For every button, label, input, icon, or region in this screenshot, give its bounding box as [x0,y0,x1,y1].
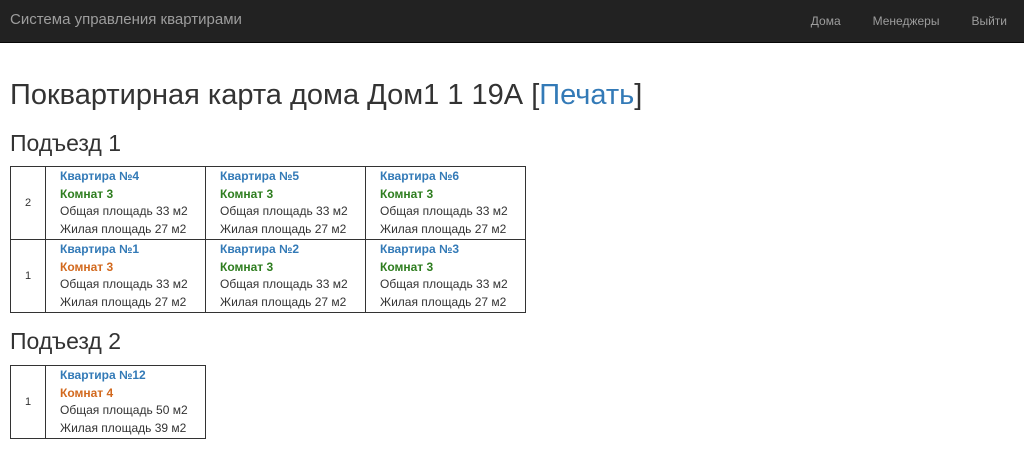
apartment-rooms: Комнат 3 [60,186,114,201]
apartment-total-area: Общая площадь 33 м2 [220,277,348,292]
apartment-link[interactable]: Квартира №2 [220,241,365,259]
entrance-2-title: Подъезд 2 [10,328,122,354]
apartment-rooms: Комнат 3 [380,259,434,274]
apartment-cell: Квартира №3 Комнат 3 Общая площадь 33 м2 Жи… [365,238,526,313]
apartment-total-area: Общая площадь 33 м2 [220,204,348,219]
floor-number: 2 [10,166,46,240]
apartment-link[interactable]: Квартира №1 [60,241,205,259]
nav-link-logout[interactable]: Выйти [955,0,1024,43]
floor-row: 1 Квартира №1 Комнат 3 Общая площадь 33 м2 Ж… [10,238,526,313]
apartment-living-area: Жилая площадь 27 м2 [380,222,507,237]
apartment-living-area: Жилая площадь 27 м2 [220,222,347,237]
apartment-rooms: Комнат 3 [60,259,114,274]
apartment-living-area: Жилая площадь 27 м2 [60,222,187,237]
apartment-rooms: Комнат 4 [60,385,114,400]
apartment-cell: Квартира №12 Комнат 4 Общая площадь 50 м2 Ж… [45,365,206,439]
floor-row: 1 Квартира №12 Комнат 4 Общая площадь 50 м2… [10,365,206,439]
apartment-link[interactable]: Квартира №5 [220,168,365,186]
nav-link-houses[interactable]: Дома [795,0,857,43]
apartment-cell: Квартира №4 Комнат 3 Общая площадь 33 м2 Жи… [45,166,206,240]
entrance-2-floor-map: 1 Квартира №12 Комнат 4 Общая площадь 50 м2… [10,365,206,439]
top-navbar: Система управления квартирами Дома Менед… [0,0,1024,43]
apartment-living-area: Жилая площадь 27 м2 [220,294,347,309]
apartment-cell: Квартира №5 Комнат 3 Общая площадь 33 м2 Жи… [205,166,366,240]
apartment-living-area: Жилая площадь 27 м2 [380,294,507,309]
apartment-rooms: Комнат 3 [220,259,274,274]
apartment-link[interactable]: Квартира №4 [60,168,205,186]
apartment-total-area: Общая площадь 33 м2 [60,204,188,219]
entrance-1-title: Подъезд 1 [10,130,122,156]
apartment-cell: Квартира №6 Комнат 3 Общая площадь 33 м2 Жи… [365,166,526,240]
apartment-link[interactable]: Квартира №12 [60,367,205,385]
apartment-rooms: Комнат 3 [220,186,274,201]
floor-number: 1 [10,238,46,313]
page-title: Поквартирная карта дома Дом1 1 19А [Печа… [10,78,642,112]
apartment-cell: Квартира №1 Комнат 3 Общая площадь 33 м2 Жи… [45,238,206,313]
apartment-rooms: Комнат 3 [380,186,434,201]
nav-link-managers[interactable]: Менеджеры [857,0,956,43]
apartment-link[interactable]: Квартира №3 [380,241,525,259]
apartment-living-area: Жилая площадь 39 м2 [60,421,187,436]
floor-number: 1 [10,365,46,439]
apartment-total-area: Общая площадь 50 м2 [60,403,188,418]
apartment-link[interactable]: Квартира №6 [380,168,525,186]
page-title-bracket: ] [634,79,643,111]
navbar-brand-link[interactable]: Система управления квартирами [10,11,242,28]
apartment-total-area: Общая площадь 33 м2 [380,277,508,292]
entrance-1-floor-map: 2 Квартира №4 Комнат 3 Общая площадь 33 м2 Ж… [10,166,526,313]
page-title-text: Поквартирная карта дома Дом1 1 19А [ [10,79,540,111]
print-link[interactable]: Печать [539,79,634,111]
apartment-cell: Квартира №2 Комнат 3 Общая площадь 33 м2 Жи… [205,238,366,313]
navbar-links: Дома Менеджеры Выйти [795,0,1024,43]
apartment-total-area: Общая площадь 33 м2 [380,204,508,219]
apartment-total-area: Общая площадь 33 м2 [60,277,188,292]
floor-row: 2 Квартира №4 Комнат 3 Общая площадь 33 м2 Ж… [10,166,526,240]
apartment-living-area: Жилая площадь 27 м2 [60,294,187,309]
